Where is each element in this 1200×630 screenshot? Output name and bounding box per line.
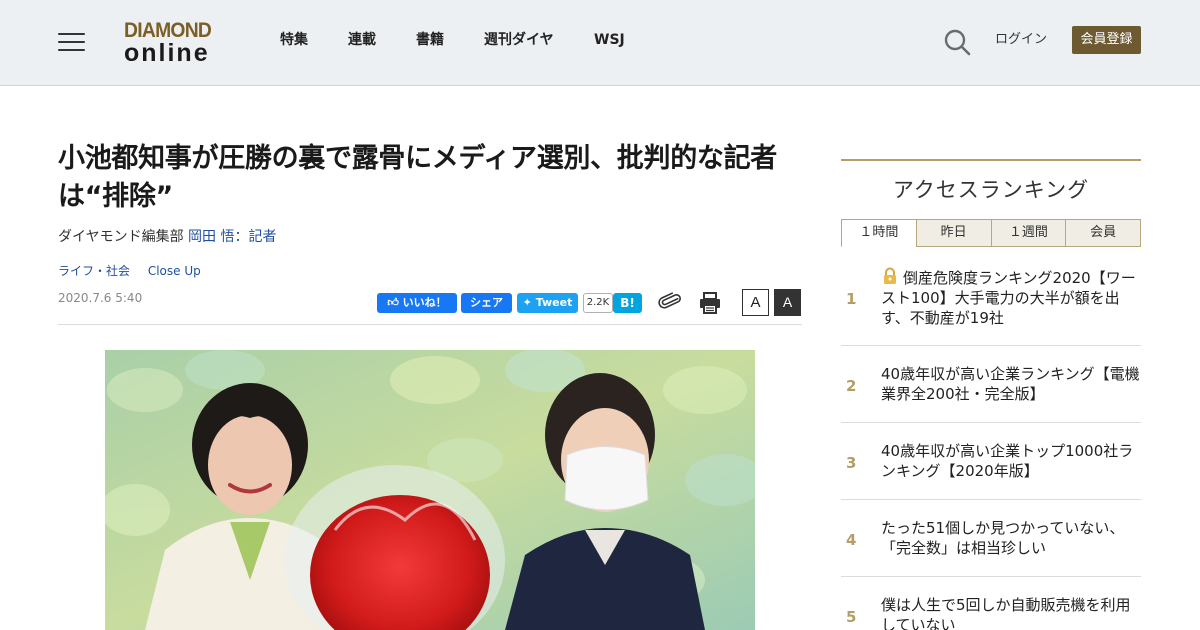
hatena-bookmark-count: 2.2K [583,293,613,313]
font-size-large-button[interactable]: A [774,289,801,316]
search-icon[interactable] [943,28,971,56]
ranking-tabs: １時間 昨日 １週間 会員 [841,219,1141,247]
article-title: 小池都知事が圧勝の裏で露骨にメディア選別、批判的な記者は“排除” [58,143,778,212]
paperclip-icon[interactable] [657,290,681,314]
menu-icon[interactable] [58,31,86,53]
ranking-item[interactable]: 3 40歳年収が高い企業トップ1000社ランキング【2020年版】 [841,423,1141,500]
tweet-button[interactable]: ✦ Tweet [517,293,578,313]
twitter-bird-icon: ✦ [522,296,532,309]
tweet-label: Tweet [535,296,573,309]
facebook-share-button[interactable]: シェア [461,293,512,313]
facebook-like-label: いいね！ [402,296,447,309]
tab-yesterday[interactable]: 昨日 [915,219,992,247]
ranking-item[interactable]: 4 たった51個しか見つかっていない、「完全数」は相当珍しい [841,500,1141,577]
article-tags: ライフ・社会 Close Up [58,263,215,279]
rank-title: 40歳年収が高い企業トップ1000社ランキング【2020年版】 [881,442,1134,480]
rank-title: 40歳年収が高い企業ランキング【電機業界全200社・完全版】 [881,365,1140,403]
ranking-title: アクセスランキング [892,178,1090,202]
rank-title: 倒産危険度ランキング2020【ワースト100】大手電力の大半が額を出す、不動産が… [881,267,1141,328]
author-line: ダイヤモンド編集部 岡田 悟：記者 [58,228,277,246]
thumbs-up-icon: 👍︎ [387,296,399,309]
site-header: DIAMOND online 特集 連載 書籍 週刊ダイヤ WSJ ログイン 会… [0,0,1200,86]
nav-item-wsj[interactable]: WSJ [594,31,625,49]
ranking-list: 1 倒産危険度ランキング2020【ワースト100】大手電力の大半が額を出す、不動… [841,247,1141,630]
tab-one-hour[interactable]: １時間 [841,219,917,247]
site-logo[interactable]: DIAMOND online [124,19,226,67]
rank-number: 5 [846,608,857,626]
publish-date: 2020.7.6 5:40 [58,291,143,305]
font-size-small-button[interactable]: A [742,289,769,316]
logo-wordmark-bottom: online [124,39,210,67]
tab-one-week[interactable]: １週間 [990,219,1067,247]
login-link[interactable]: ログイン [995,31,1047,49]
tag-link[interactable]: Close Up [148,264,201,278]
lock-icon [884,267,896,284]
rank-title: 僕は人生で5回しか自動販売機を利用していない [881,596,1131,630]
facebook-like-button[interactable]: 👍︎ いいね！ [377,293,457,313]
author-department: ダイヤモンド編集部 [58,229,184,245]
nav-item-weekly-diamond[interactable]: 週刊ダイヤ [484,31,554,49]
rank-title: たった51個しか見つかっていない、「完全数」は相当珍しい [881,519,1125,557]
author-link[interactable]: 岡田 悟：記者 [188,229,276,245]
nav-item-series[interactable]: 連載 [348,31,376,49]
ranking-item[interactable]: 1 倒産危険度ランキング2020【ワースト100】大手電力の大半が額を出す、不動… [841,247,1141,346]
nav-item-books[interactable]: 書籍 [416,31,444,49]
nav-item-feature[interactable]: 特集 [280,31,308,49]
tag-link[interactable]: ライフ・社会 [58,264,130,278]
article-photo [105,350,755,630]
tab-members[interactable]: 会員 [1065,219,1141,247]
rank-number: 4 [846,531,857,549]
article-header-divider [58,324,802,325]
rank-number: 3 [846,454,857,472]
register-button[interactable]: 会員登録 [1072,26,1141,54]
sidebar-top-rule [841,159,1141,161]
rank-number: 2 [846,377,857,395]
rank-title-text: 倒産危険度ランキング2020【ワースト100】大手電力の大半が額を出す、不動産が… [881,269,1136,327]
rank-number: 1 [846,290,857,308]
ranking-item[interactable]: 5 僕は人生で5回しか自動販売機を利用していない [841,577,1141,630]
ranking-item[interactable]: 2 40歳年収が高い企業ランキング【電機業界全200社・完全版】 [841,346,1141,423]
print-icon[interactable] [698,291,722,315]
hatena-bookmark-button[interactable]: B! [613,293,642,313]
